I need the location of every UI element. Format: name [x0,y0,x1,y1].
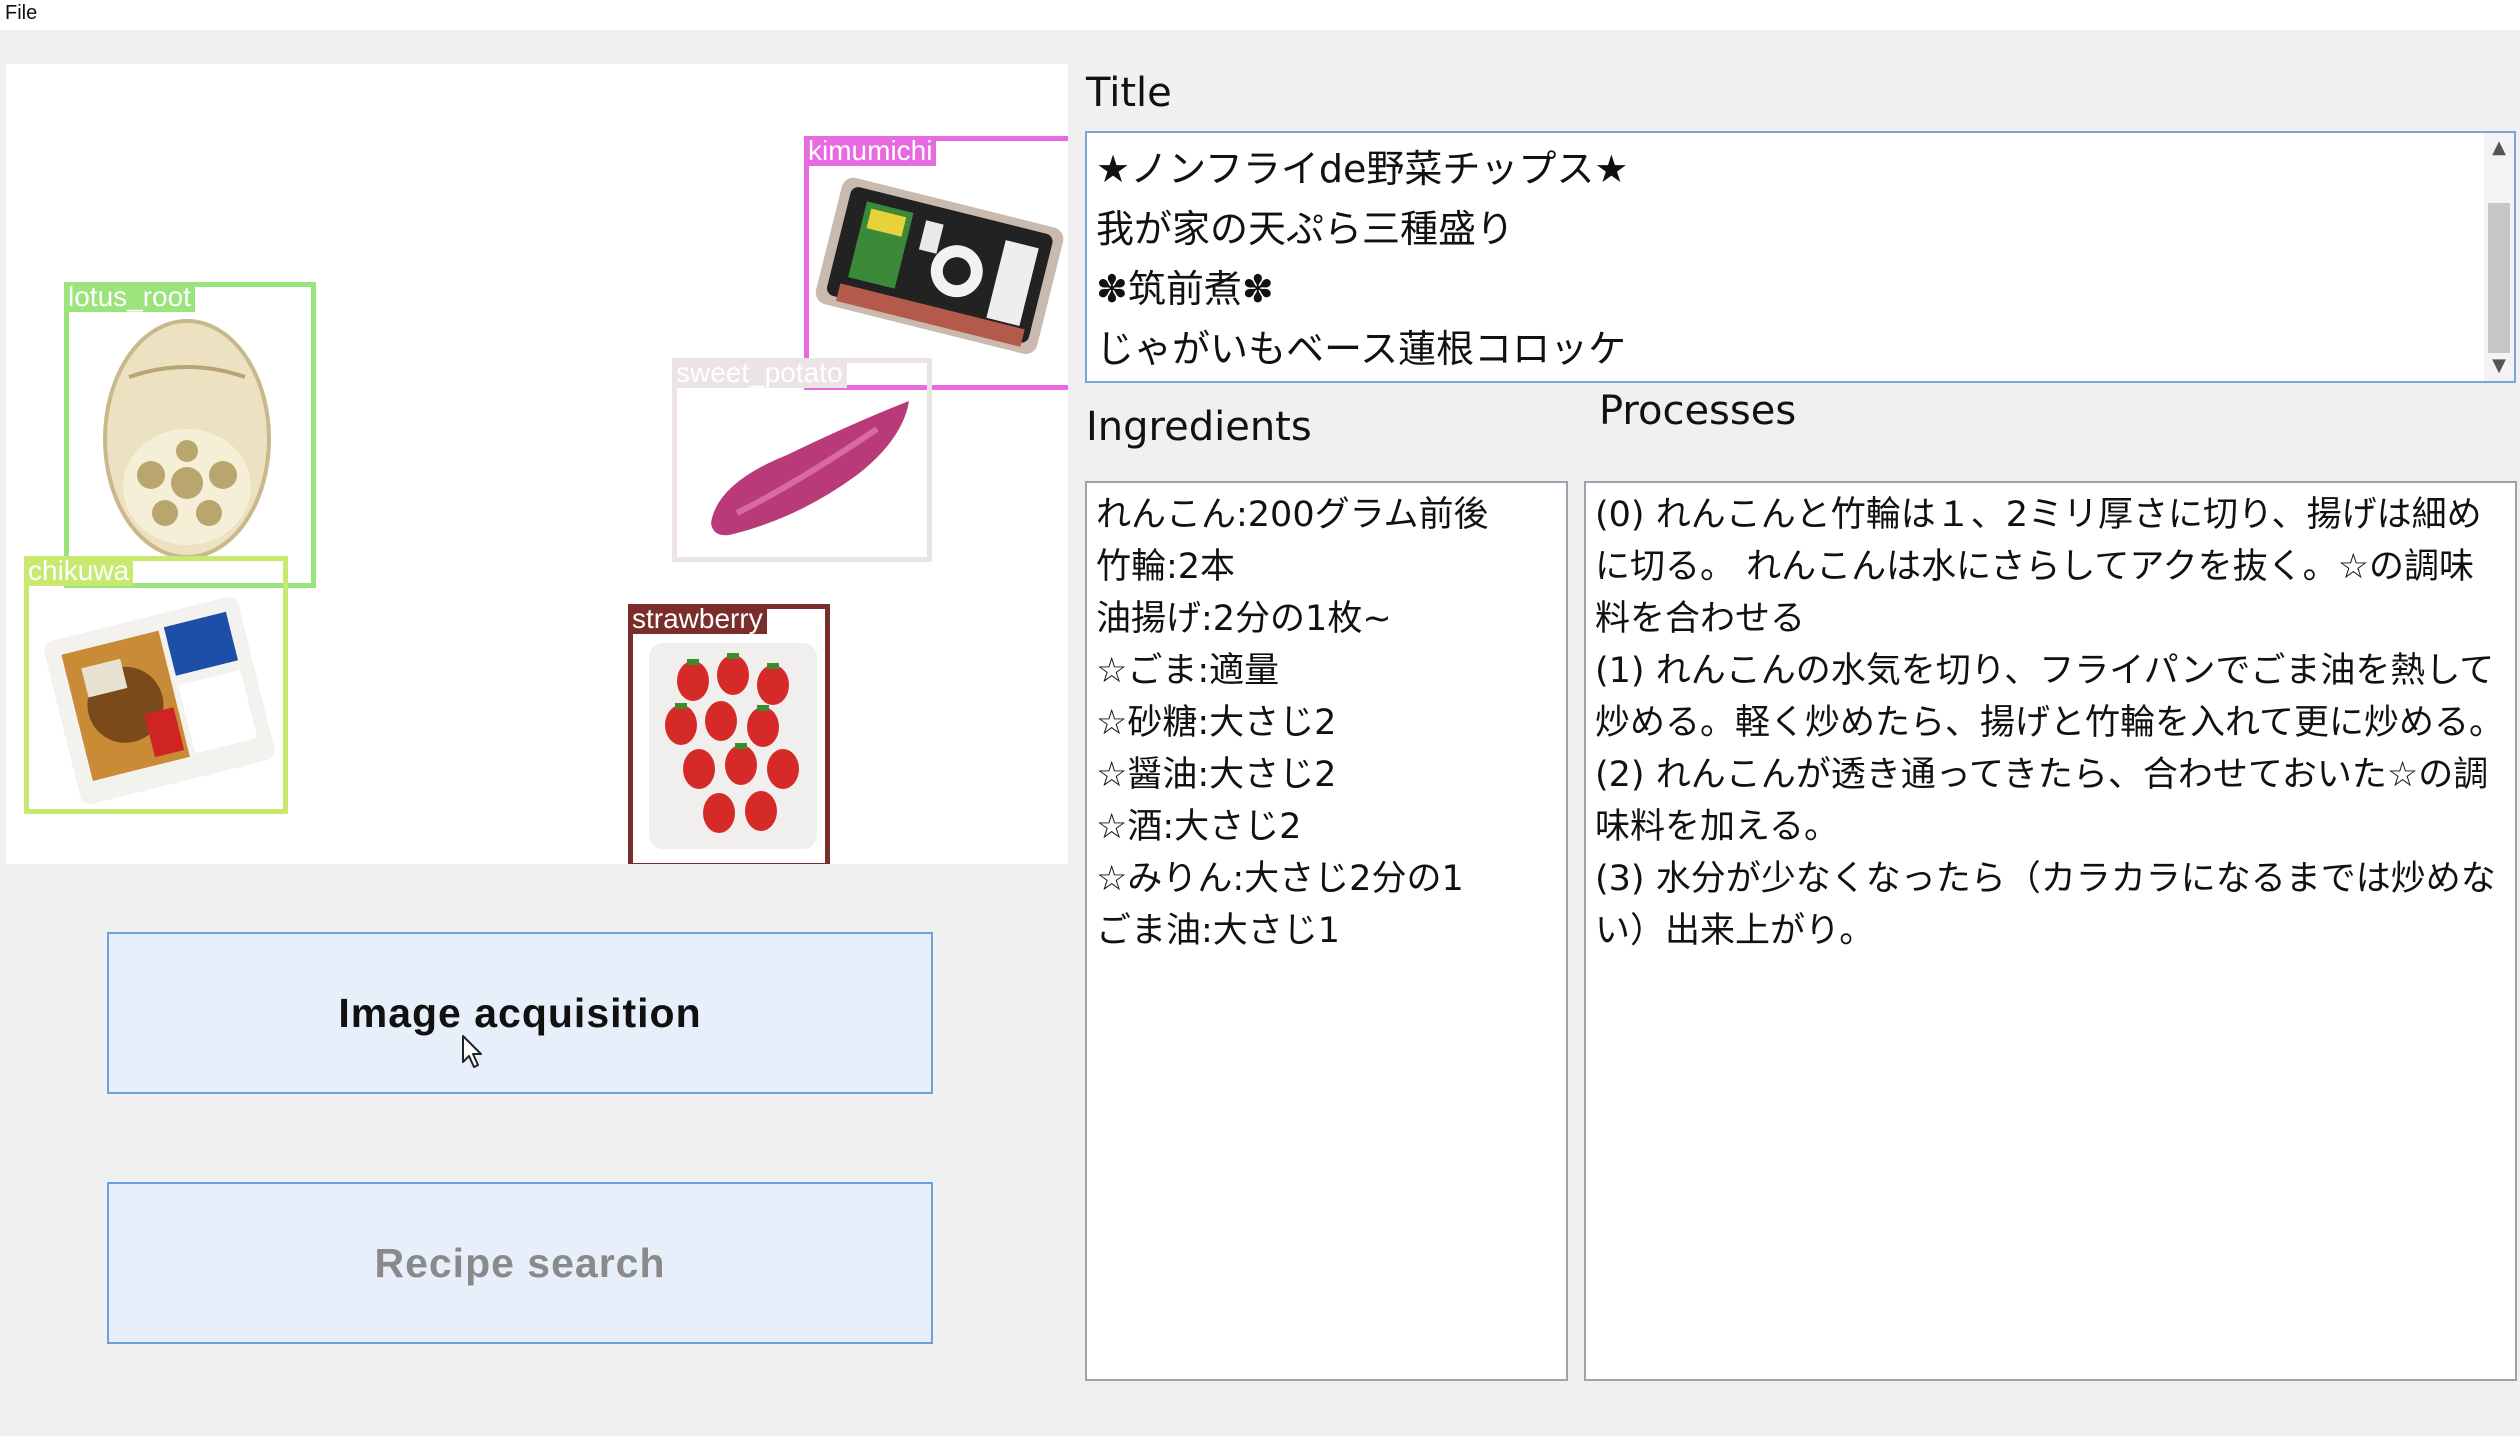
processes-label: Processes [1599,388,1797,434]
process-step: (0) れんこんと竹輪は１、2ミリ厚さに切り、揚げは細めに切る。 れんこんは水に… [1595,495,2482,639]
detection-image-panel: kimumichi lotus_root sweet_potato chikuw… [6,64,1068,864]
process-step: (2) れんこんが透き通ってきたら、合わせておいた☆の調味料を加える。 [1595,755,2489,847]
ingredient-line: ☆砂糖:大さじ2 [1096,703,1337,743]
title-scrollbar[interactable]: ▲ ▼ [2484,133,2514,381]
lotus-root-image [103,319,271,559]
strawberry-pack-image [649,643,817,849]
recipe-search-button[interactable]: Recipe search [107,1182,933,1344]
detection-box-strawberry: strawberry [628,604,830,864]
ingredient-line: ☆酒:大さじ2 [1096,807,1302,847]
detection-box-chikuwa: chikuwa [24,556,288,814]
ingredient-line: 油揚げ:2分の1枚~ [1096,599,1392,639]
title-item[interactable]: 我が家の天ぷら三種盛り [1096,199,2476,259]
scroll-down-icon[interactable]: ▼ [2484,351,2514,381]
mouse-cursor-icon [462,1035,482,1068]
menu-file[interactable]: File [3,2,39,25]
detection-label: lotus_root [64,282,195,312]
ingredient-line: ☆みりん:大さじ2分の1 [1096,859,1464,899]
ingredient-line: ☆ごま:適量 [1096,651,1280,691]
sweet-potato-image [711,401,909,536]
detection-box-lotus-root: lotus_root [64,282,316,588]
process-step: (1) れんこんの水気を切り、フライパンでごま油を熱して炒める。軽く炒めたら、揚… [1595,651,2504,743]
ingredients-textbox[interactable]: れんこん:200グラム前後 竹輪:2本 油揚げ:2分の1枚~ ☆ごま:適量 ☆砂… [1085,481,1568,1381]
detection-label: chikuwa [24,556,134,586]
scroll-thumb[interactable] [2488,203,2510,353]
title-item[interactable]: じゃがいもベース蓮根コロッケ [1096,319,2476,379]
title-label: Title [1086,70,1172,116]
ingredient-line: ごま油:大さじ1 [1096,911,1341,951]
title-item[interactable]: ★ノンフライde野菜チップス★ [1096,139,2476,199]
process-step: (3) 水分が少なくなったら（カラカラになるまでは炒めない）出来上がり。 [1595,859,2496,951]
ingredient-line: れんこん:200グラム前後 [1096,495,1489,535]
detection-label: kimumichi [804,136,937,166]
detection-box-sweet-potato: sweet_potato [672,358,932,562]
ingredient-line: 竹輪:2本 [1096,547,1236,587]
processes-textbox[interactable]: (0) れんこんと竹輪は１、2ミリ厚さに切り、揚げは細めに切る。 れんこんは水に… [1584,481,2517,1381]
scroll-up-icon[interactable]: ▲ [2484,133,2514,163]
chikuwa-package-image [44,596,275,805]
ingredients-label: Ingredients [1086,404,1312,450]
ingredient-line: ☆醤油:大さじ2 [1096,755,1337,795]
title-item[interactable]: ✽筑前煮✽ [1096,259,2476,319]
detection-label: sweet_potato [672,358,847,388]
kimchi-package-image [815,177,1064,354]
title-listbox[interactable]: ★ノンフライde野菜チップス★ 我が家の天ぷら三種盛り ✽筑前煮✽ じゃがいもベ… [1085,131,2516,383]
menu-bar: File [0,0,2520,30]
detection-label: strawberry [628,604,767,634]
detection-box-kimumichi: kimumichi [804,136,1068,390]
image-acquisition-button[interactable]: Image acquisition [107,932,933,1094]
